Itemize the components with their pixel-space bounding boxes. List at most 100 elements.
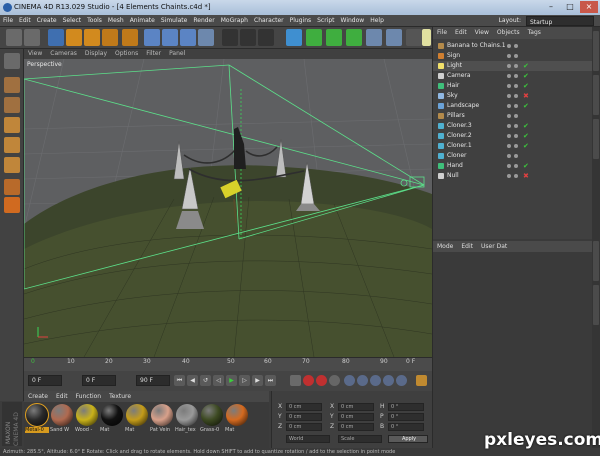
attribute-menu-user-data[interactable]: User Dat — [477, 241, 511, 252]
viewport-menu-filter[interactable]: Filter — [142, 49, 165, 59]
editor-visibility-icon[interactable] — [507, 104, 511, 108]
menu-animate[interactable]: Animate — [127, 15, 158, 27]
editor-visibility-icon[interactable] — [507, 124, 511, 128]
minimize-button[interactable]: – — [542, 1, 560, 13]
render-visibility-icon[interactable] — [514, 94, 518, 98]
point-level-key-icon[interactable] — [396, 375, 407, 386]
editor-visibility-icon[interactable] — [507, 144, 511, 148]
render-visibility-icon[interactable] — [514, 164, 518, 168]
coordinate-mode-select[interactable]: World — [286, 435, 330, 443]
editor-visibility-icon[interactable] — [507, 114, 511, 118]
object-row[interactable]: Landscape ✔ — [433, 101, 593, 111]
object-menu-file[interactable]: File — [433, 27, 451, 39]
enabled-check-icon[interactable]: ✔ — [523, 131, 529, 141]
size-z-field[interactable]: 0 cm — [338, 423, 374, 431]
parameter-key-icon[interactable] — [383, 375, 394, 386]
side-tab-objects[interactable] — [593, 31, 599, 71]
object-row[interactable]: Cloner — [433, 151, 593, 161]
size-x-field[interactable]: 0 cm — [338, 403, 374, 411]
material-swatch[interactable] — [25, 403, 49, 427]
rot-h-field[interactable]: 0 ° — [388, 403, 424, 411]
array-icon[interactable] — [346, 29, 362, 46]
editor-visibility-icon[interactable] — [507, 84, 511, 88]
axis-mode-icon[interactable] — [4, 179, 20, 195]
object-row[interactable]: Banana to Chains.1 — [433, 41, 593, 51]
scale-tool-icon[interactable] — [84, 29, 100, 46]
render-visibility-icon[interactable] — [514, 174, 518, 178]
close-button[interactable]: × — [580, 1, 598, 13]
go-to-start-icon[interactable]: ⏮ — [174, 375, 185, 386]
light-icon[interactable] — [422, 29, 431, 46]
menu-script[interactable]: Script — [314, 15, 337, 27]
play-back-icon[interactable]: ◁ — [213, 375, 224, 386]
object-row[interactable]: Hand ✔ — [433, 161, 593, 171]
points-mode-icon[interactable] — [4, 117, 20, 133]
editor-visibility-icon[interactable] — [507, 174, 511, 178]
object-row[interactable]: Null ✖ — [433, 171, 593, 181]
prev-key-icon[interactable]: ◀ — [187, 375, 198, 386]
material-swatch[interactable] — [176, 404, 198, 426]
redo-icon[interactable] — [24, 29, 40, 46]
z-axis-icon[interactable] — [180, 29, 196, 46]
spline-pen-icon[interactable] — [306, 29, 322, 46]
material-swatch[interactable] — [76, 404, 98, 426]
size-y-field[interactable]: 0 cm — [338, 413, 374, 421]
viewport-menu-view[interactable]: View — [24, 49, 46, 59]
timeline-ruler[interactable]: 0 10 20 30 40 50 60 70 80 90 0 F — [24, 357, 432, 371]
last-tool-icon[interactable] — [122, 29, 138, 46]
render-settings-icon[interactable] — [258, 29, 274, 46]
texture-mode-icon[interactable] — [4, 97, 20, 113]
render-visibility-icon[interactable] — [514, 114, 518, 118]
start-frame-field[interactable]: 0 F — [82, 375, 116, 386]
render-visibility-icon[interactable] — [514, 154, 518, 158]
editor-visibility-icon[interactable] — [507, 154, 511, 158]
cube-icon[interactable] — [286, 29, 302, 46]
record-keys-icon[interactable] — [290, 375, 301, 386]
timeline-window-icon[interactable] — [416, 375, 427, 386]
menu-tools[interactable]: Tools — [84, 15, 105, 27]
layout-select[interactable]: Startup — [526, 16, 594, 26]
editor-visibility-icon[interactable] — [507, 54, 511, 58]
rot-b-field[interactable]: 0 ° — [388, 423, 424, 431]
enabled-check-icon[interactable]: ✔ — [523, 81, 529, 91]
object-row[interactable]: Sky ✖ — [433, 91, 593, 101]
prev-frame-icon[interactable]: ↺ — [200, 375, 211, 386]
position-key-icon[interactable] — [344, 375, 355, 386]
enabled-check-icon[interactable]: ✔ — [523, 101, 529, 111]
menu-plugins[interactable]: Plugins — [287, 15, 315, 27]
object-row[interactable]: Hair ✔ — [433, 81, 593, 91]
render-visibility-icon[interactable] — [514, 54, 518, 58]
material-swatch[interactable] — [151, 404, 173, 426]
autokey-icon[interactable] — [316, 375, 327, 386]
side-tab-attributes[interactable] — [593, 241, 599, 281]
apply-button[interactable]: Apply — [388, 435, 428, 443]
material-swatch[interactable] — [226, 404, 248, 426]
material-menu-edit[interactable]: Edit — [52, 391, 72, 402]
attribute-menu-mode[interactable]: Mode — [433, 241, 457, 252]
menu-help[interactable]: Help — [367, 15, 387, 27]
pos-x-field[interactable]: 0 cm — [286, 403, 322, 411]
menu-simulate[interactable]: Simulate — [158, 15, 191, 27]
material-swatch[interactable] — [126, 404, 148, 426]
object-row[interactable]: Sign — [433, 51, 593, 61]
object-row[interactable]: Camera ✔ — [433, 71, 593, 81]
editor-visibility-icon[interactable] — [507, 64, 511, 68]
side-tab-layers[interactable] — [593, 285, 599, 325]
editor-visibility-icon[interactable] — [507, 134, 511, 138]
menu-window[interactable]: Window — [338, 15, 368, 27]
object-menu-tags[interactable]: Tags — [524, 27, 545, 39]
edges-mode-icon[interactable] — [4, 137, 20, 153]
enabled-check-icon[interactable]: ✔ — [523, 61, 529, 71]
render-visibility-icon[interactable] — [514, 144, 518, 148]
rotation-key-icon[interactable] — [370, 375, 381, 386]
menu-render[interactable]: Render — [190, 15, 217, 27]
rot-p-field[interactable]: 0 ° — [388, 413, 424, 421]
render-visibility-icon[interactable] — [514, 134, 518, 138]
enabled-check-icon[interactable]: ✔ — [523, 141, 529, 151]
camera-icon[interactable] — [406, 29, 422, 46]
object-row[interactable]: Cloner.3 ✔ — [433, 121, 593, 131]
render-view-icon[interactable] — [222, 29, 238, 46]
disabled-x-icon[interactable]: ✖ — [523, 171, 529, 181]
material-menu-function[interactable]: Function — [72, 391, 106, 402]
render-visibility-icon[interactable] — [514, 84, 518, 88]
